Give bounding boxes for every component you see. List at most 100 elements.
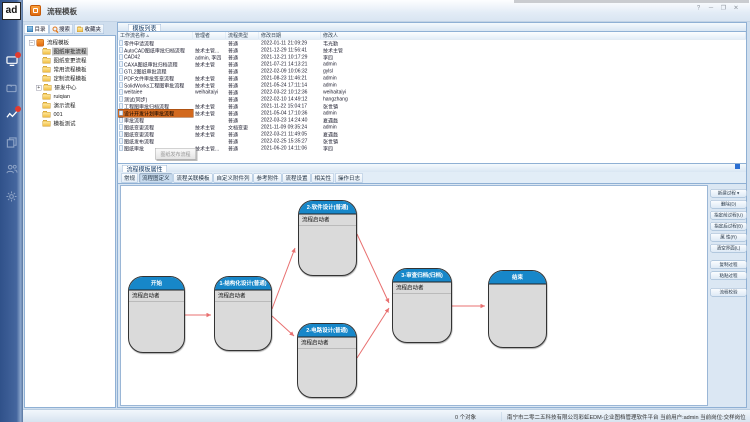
workflow-icon [119, 76, 123, 81]
properties-tab[interactable]: 操作日志 [335, 173, 363, 183]
flow-node[interactable]: 开始流程启动者 [128, 276, 185, 353]
window-title: 流程模板 [47, 6, 247, 17]
folder-icon[interactable] [5, 81, 19, 95]
monitor-icon[interactable] [5, 54, 19, 68]
workflow-icon [119, 62, 123, 67]
explorer-tabs: 目录搜索收藏夹 [24, 24, 116, 35]
object-count: 0 个对象 [455, 413, 476, 421]
flow-node[interactable]: 2-电路设计(普通)流程启动者 [297, 323, 357, 398]
workflow-icon [119, 111, 123, 116]
action-button[interactable]: 删除(D) [710, 200, 747, 209]
flow-node-title: 3-审查归档(归档) [393, 269, 451, 283]
tree-item[interactable]: 图纸变更流程 [25, 56, 116, 65]
activity-icon[interactable] [5, 108, 19, 122]
flow-node[interactable]: 结束 [488, 270, 547, 348]
workflow-icon [119, 104, 123, 109]
action-button[interactable]: 复制过程 [710, 261, 747, 270]
workflow-icon [119, 69, 123, 74]
workflow-icon [119, 97, 123, 102]
tree-item[interactable]: 演示流程 [25, 101, 116, 110]
workflow-icon [119, 83, 123, 88]
workflow-icon [119, 146, 123, 151]
tree-item[interactable]: 定制流程模板 [25, 74, 116, 83]
properties-tab[interactable]: 参考附件 [254, 173, 282, 183]
flow-node[interactable]: 2-软件设计(普通)流程启动者 [298, 200, 357, 276]
notification-badge [15, 106, 21, 112]
column-header[interactable]: 管理者 [193, 32, 226, 40]
workflow-icon [119, 48, 123, 53]
template-list-header: 模板列表 [117, 22, 747, 31]
tree-item[interactable]: ruiqian [25, 92, 116, 101]
flow-node-title: 2-电路设计(普通) [298, 324, 356, 338]
flow-node[interactable]: 3-审查归档(归档)流程启动者 [392, 268, 452, 343]
workflow-icon [119, 125, 123, 130]
title-bar: 流程模板 ? ─ ❐ ✕ [23, 0, 750, 22]
flow-node-owner: 流程启动者 [299, 215, 356, 226]
table-row[interactable]: CAXA图纸审批归档流程技术主管普通2021-07-21 14:13:21adm… [118, 61, 746, 68]
folder-icon [43, 94, 51, 100]
flowchart-canvas[interactable]: 开始流程启动者1-结构化设计(普通)流程启动者2-软件设计(普通)流程启动者2-… [120, 185, 708, 406]
properties-tab[interactable]: 自定义附件列 [214, 173, 253, 183]
window-icon [30, 5, 41, 16]
action-button[interactable]: 新建过程 ▾ [710, 189, 747, 198]
flow-node-owner: 流程启动者 [215, 291, 271, 302]
workflow-icon [119, 118, 123, 123]
app-window: ad 流程模板 ? ─ ❐ ✕ 目录搜索收藏夹 −流程模板图纸审批流程图纸变更流… [0, 0, 750, 422]
minimize-button[interactable]: ─ [708, 4, 715, 11]
action-button[interactable]: 属 性(R) [710, 233, 747, 242]
background-window-edge [514, 0, 749, 3]
flow-node-owner: 流程启动者 [298, 338, 356, 349]
properties-tab[interactable]: 流程关联模板 [174, 173, 213, 183]
table-row[interactable]: weitaieeweihaitaiyi普通2022-03-22 10:12:36… [118, 89, 746, 96]
action-button[interactable]: 粘贴过程 [710, 272, 747, 281]
table-row[interactable]: SolidWorks工程图审批流程技术主管普通2021-05-24 17:11:… [118, 82, 746, 89]
close-button[interactable]: ✕ [733, 4, 740, 11]
properties-tab[interactable]: 相关性 [312, 173, 335, 183]
tree-item[interactable]: 常用流程模板 [25, 65, 116, 74]
workflow-icon [119, 90, 123, 95]
tree-item[interactable]: +研发中心 [25, 83, 116, 92]
tree-item[interactable]: 模板测试 [25, 119, 116, 128]
explorer-tab[interactable]: 搜索 [50, 24, 74, 34]
flow-node-title: 2-软件设计(普通) [299, 201, 356, 215]
explorer-tab[interactable]: 收藏夹 [74, 24, 104, 34]
properties-tab[interactable]: 常规 [121, 173, 138, 183]
flow-node-title: 1-结构化设计(普通) [215, 277, 271, 291]
tree-item[interactable]: 001 [25, 110, 116, 119]
workspace: 目录搜索收藏夹 −流程模板图纸审批流程图纸变更流程常用流程模板定制流程模板+研发… [23, 22, 750, 409]
workflow-icon [119, 41, 123, 46]
action-button[interactable]: 指定前过程(U) [710, 211, 747, 220]
action-button[interactable]: 指定后过程(B) [710, 222, 747, 231]
expand-icon[interactable]: + [36, 85, 42, 91]
folder-icon [44, 85, 52, 91]
folder-icon [43, 67, 51, 73]
properties-tab[interactable]: 流程设置 [283, 173, 311, 183]
properties-body: 开始流程启动者1-结构化设计(普通)流程启动者2-软件设计(普通)流程启动者2-… [117, 183, 747, 408]
workflow-icon [119, 55, 123, 60]
users-icon[interactable] [5, 162, 19, 176]
left-icon-rail: ad [0, 0, 23, 422]
properties-tab[interactable]: 流程图定义 [139, 173, 173, 183]
status-info: 南宁市二零二五科技有限公司彩虹EDM-企业图档管理软件平台 当前用户:admin… [507, 413, 746, 421]
action-button[interactable]: 流程校验 [710, 288, 747, 297]
folder-icon [43, 112, 51, 118]
explorer-tab[interactable]: 目录 [24, 24, 49, 34]
tree-item[interactable]: 图纸审批流程 [25, 47, 116, 56]
copy-icon[interactable] [5, 135, 19, 149]
collapse-icon[interactable]: − [29, 40, 35, 46]
gear-icon[interactable] [5, 189, 19, 203]
action-button[interactable]: 清空界面(L) [710, 244, 747, 253]
folder-icon [43, 103, 51, 109]
action-buttons: 新建过程 ▾ 删除(D) 指定前过程(U) 指定后过程(B) 属 性(R) 清空界面(L)… [710, 189, 748, 409]
panel-pin-icon[interactable] [735, 164, 740, 169]
tree-root[interactable]: −流程模板 [25, 38, 116, 47]
status-separator [501, 412, 502, 421]
properties-tabs: 常规流程图定义流程关联模板自定义附件列参考附件流程设置相关性操作日志 [117, 172, 747, 183]
flow-node-title: 结束 [489, 271, 546, 285]
column-header[interactable]: 修改日期 [259, 32, 321, 40]
maximize-button[interactable]: ❐ [720, 4, 727, 11]
folder-icon [43, 76, 51, 82]
help-button[interactable]: ? [695, 4, 702, 11]
notification-badge [15, 52, 21, 58]
flow-node[interactable]: 1-结构化设计(普通)流程启动者 [214, 276, 272, 351]
